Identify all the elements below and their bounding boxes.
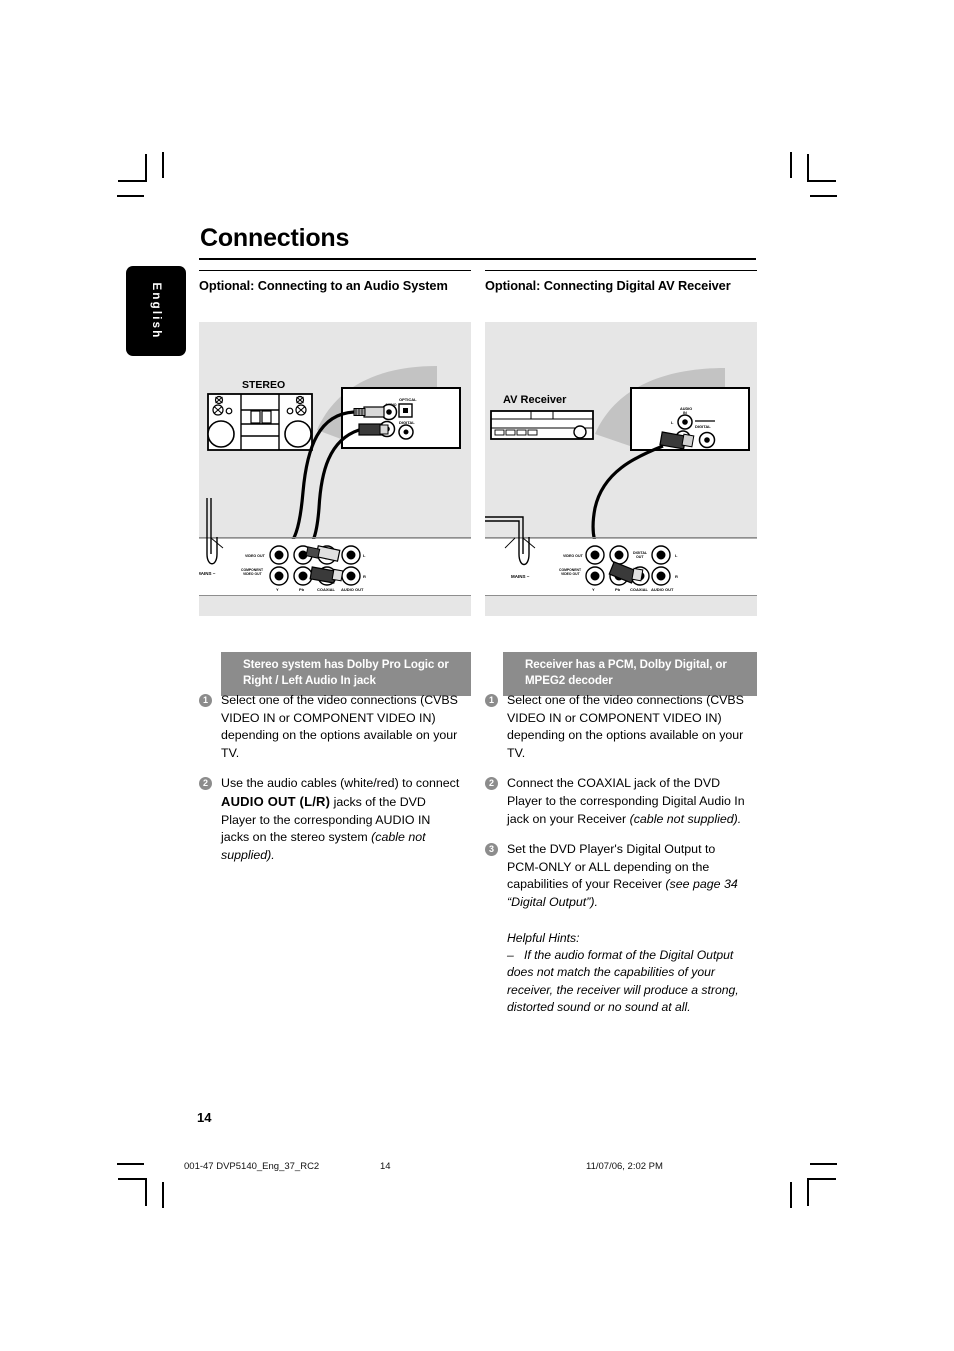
crop-mark-bottom-right-v2 — [790, 1182, 792, 1208]
coaxial-label: COAXIAL — [630, 587, 649, 592]
language-tab-label: English — [150, 282, 162, 340]
step-number: 1 — [485, 694, 498, 707]
dvd-player-rear-panel: MAINS ~ VIDEO OUT COMPONENT VIDEO OUT Y … — [199, 498, 471, 616]
y-label: Y — [592, 587, 595, 592]
crop-mark-top-left-v — [145, 154, 147, 182]
step-text: Select one of the video connections (CVB… — [221, 693, 458, 760]
stereo-system-illustration — [207, 393, 313, 451]
language-tab: English — [126, 266, 186, 356]
pb-label: Pb — [615, 587, 621, 592]
print-footer-date: 11/07/06, 2:02 PM — [586, 1161, 663, 1172]
right-instruction-header: Receiver has a PCM, Dolby Digital, or MP… — [503, 652, 757, 696]
digital-label: DIGITAL — [695, 424, 711, 429]
stereo-label: STEREO — [242, 379, 285, 391]
page-title: Connections — [200, 224, 350, 252]
crop-mark-bottom-right-h — [808, 1178, 836, 1180]
left-instruction-list: 1 Select one of the video connections (C… — [199, 692, 461, 877]
left-section-divider — [199, 270, 471, 271]
list-item: 1 Select one of the video connections (C… — [485, 692, 747, 762]
right-section-heading: Optional: Connecting Digital AV Receiver — [485, 278, 731, 293]
coaxial-label: COAXIAL — [317, 587, 336, 592]
step-text-lead: Use the audio cables (white/red) to conn… — [221, 776, 460, 791]
video-out-label: VIDEO OUT — [563, 554, 584, 558]
left-column-header: Optional: Connecting to an Audio System — [199, 270, 471, 295]
svg-text:OUT: OUT — [636, 555, 644, 559]
left-instruction-header: Stereo system has Dolby Pro Logic or Rig… — [221, 652, 471, 696]
audio-out-label: AUDIO OUT — [651, 587, 674, 592]
right-column-header: Optional: Connecting Digital AV Receiver — [485, 270, 757, 295]
red-rca-plug — [358, 423, 389, 436]
right-channel-label: R — [363, 574, 366, 579]
crop-mark-top-left-v2 — [162, 152, 164, 178]
step-text: Select one of the video connections (CVB… — [507, 693, 744, 760]
list-item: 3 Set the DVD Player's Digital Output to… — [485, 841, 747, 911]
crop-mark-top-right-h2 — [810, 195, 837, 197]
step-number: 1 — [199, 694, 212, 707]
crop-mark-top-right-v — [807, 154, 809, 182]
y-label: Y — [276, 587, 279, 592]
crop-mark-top-left-h — [118, 180, 146, 182]
pb-label: Pb — [299, 587, 305, 592]
helpful-hints-body: – If the audio format of the Digital Out… — [507, 947, 747, 1016]
title-divider — [199, 258, 756, 260]
optical-label: OPTICAL — [399, 397, 417, 402]
mains-label: MAINS ~ — [199, 571, 216, 576]
step-number: 2 — [485, 777, 498, 791]
av-receiver-connection-diagram: AV Receiver AUDIO IN L R DIGITAL — [485, 322, 757, 616]
crop-mark-top-right-h — [808, 180, 836, 182]
right-channel-label: R — [675, 574, 678, 579]
stereo-connection-diagram: STEREO OPTICAL AUDIO IN DIGITAL — [199, 322, 471, 616]
right-section-divider — [485, 270, 757, 271]
dvd-player-rear-panel: MAINS ~ VIDEO OUT COMPONENT VIDEO OUT DI… — [485, 516, 757, 616]
page-number: 14 — [197, 1110, 212, 1125]
crop-mark-top-left-h2 — [117, 195, 144, 197]
white-rca-plug — [353, 406, 385, 418]
step-text-bold: AUDIO OUT (L/R) — [221, 794, 331, 810]
crop-mark-bottom-left-v2 — [162, 1182, 164, 1208]
step-number: 3 — [485, 843, 498, 857]
svg-text:VIDEO OUT: VIDEO OUT — [243, 572, 263, 576]
crop-mark-bottom-left-v — [145, 1178, 147, 1206]
av-receiver-label: AV Receiver — [503, 394, 567, 406]
step-text: Use the audio cables (white/red) to conn… — [221, 775, 461, 864]
right-instruction-list: 1 Select one of the video connections (C… — [485, 692, 747, 1016]
hint-text: If the audio format of the Digital Outpu… — [507, 948, 739, 1015]
crop-mark-bottom-left-h — [118, 1178, 146, 1180]
stereo-rear-detail-panel: OPTICAL AUDIO IN DIGITAL — [341, 387, 461, 449]
hint-dash: – — [507, 948, 514, 963]
step-text-italic: (cable not supplied). — [629, 811, 742, 826]
receiver-rear-detail-panel: AUDIO IN L R DIGITAL — [630, 387, 750, 451]
step-text: Set the DVD Player's Digital Output to P… — [507, 841, 747, 911]
step-text: Connect the COAXIAL jack of the DVD Play… — [507, 775, 747, 828]
left-section-heading: Optional: Connecting to an Audio System — [199, 278, 448, 293]
list-item: 2 Connect the COAXIAL jack of the DVD Pl… — [485, 775, 747, 828]
step-number: 2 — [199, 777, 212, 791]
audio-out-label: AUDIO OUT — [341, 587, 364, 592]
helpful-hints-title: Helpful Hints: — [507, 930, 580, 945]
print-footer-filename: 001-47 DVP5140_Eng_37_RC2 — [184, 1161, 320, 1172]
print-footer-page: 14 — [380, 1161, 391, 1172]
crop-mark-top-right-v2 — [790, 152, 792, 178]
mains-label: MAINS ~ — [511, 574, 530, 579]
crop-mark-bottom-right-v — [807, 1178, 809, 1206]
av-receiver-illustration — [490, 410, 594, 440]
list-item: 1 Select one of the video connections (C… — [199, 692, 461, 762]
svg-text:VIDEO OUT: VIDEO OUT — [561, 572, 581, 576]
helpful-hints: Helpful Hints: – If the audio format of … — [485, 930, 747, 1017]
digital-label: DIGITAL — [399, 420, 415, 425]
list-item: 2 Use the audio cables (white/red) to co… — [199, 775, 461, 864]
print-footer: 001-47 DVP5140_Eng_37_RC2 14 11/07/06, 2… — [0, 1161, 954, 1175]
video-out-label: VIDEO OUT — [245, 554, 266, 558]
